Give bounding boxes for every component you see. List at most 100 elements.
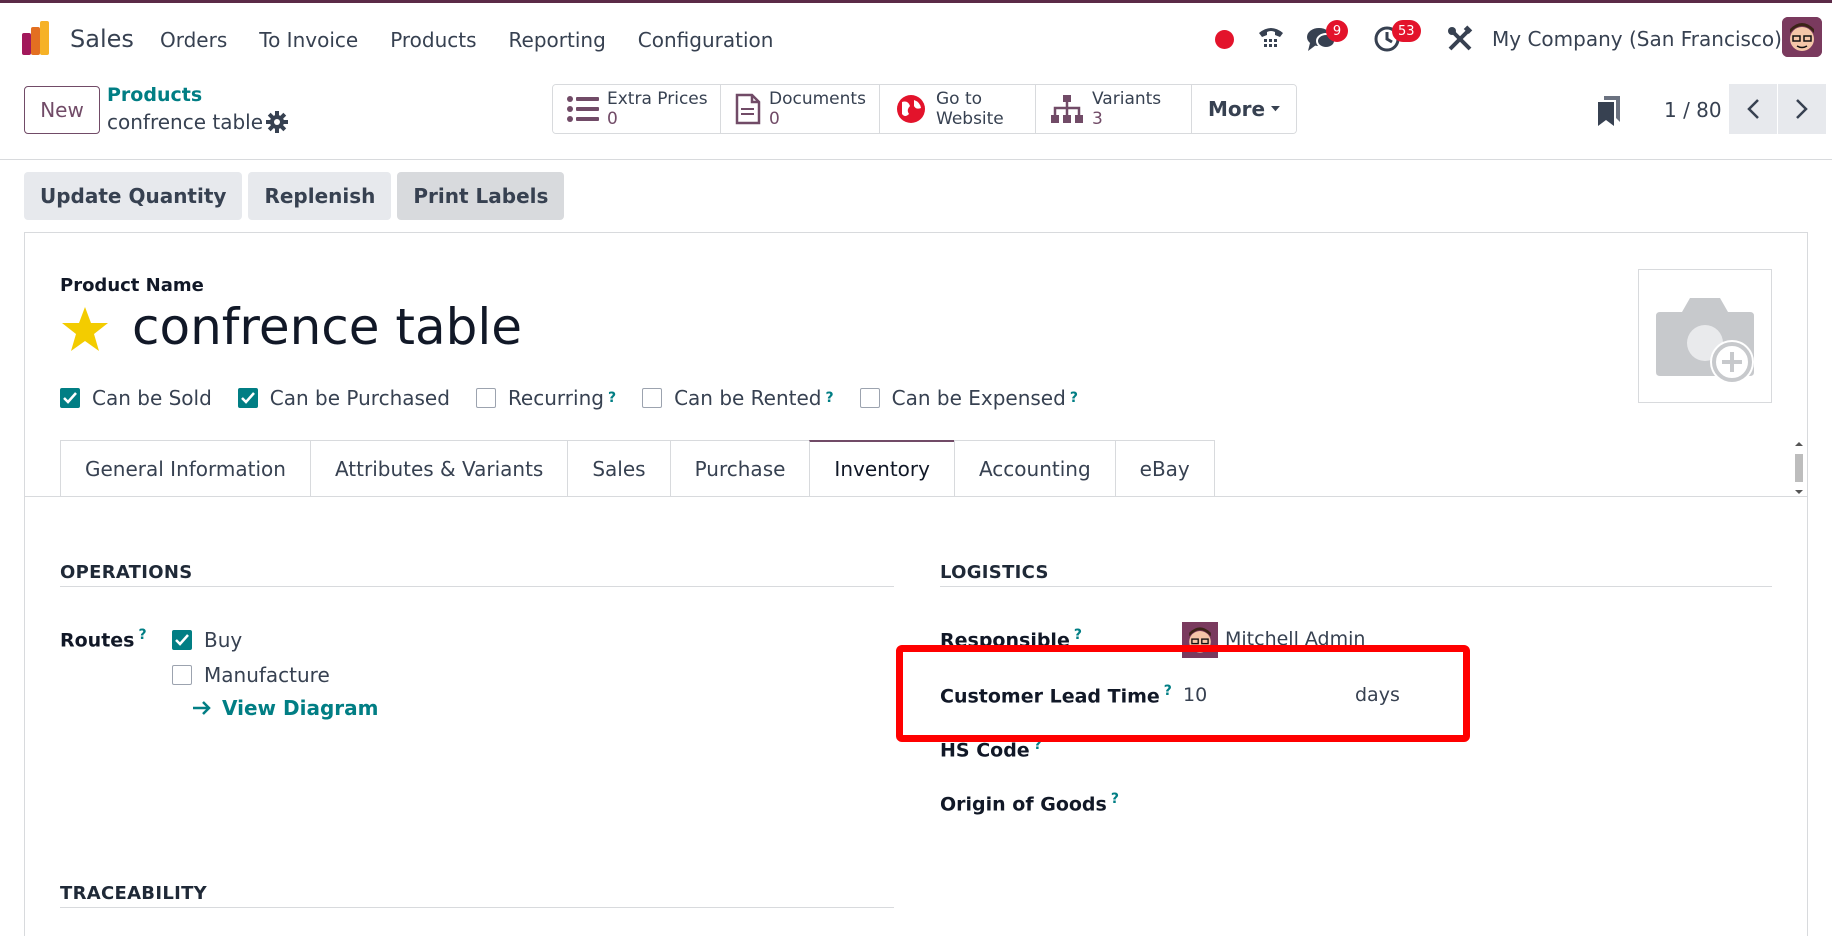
checkbox-label: Recurring bbox=[507, 386, 604, 410]
checkbox-box[interactable] bbox=[60, 388, 80, 408]
can-be-purchased-checkbox[interactable]: Can be Purchased bbox=[237, 386, 450, 410]
check-icon bbox=[175, 634, 189, 646]
hs-code-label-text: HS Code bbox=[940, 739, 1030, 762]
tab-purchase[interactable]: Purchase bbox=[669, 440, 811, 496]
menu-item-orders[interactable]: Orders bbox=[160, 28, 227, 52]
help-tooltip-icon[interactable]: ? bbox=[608, 390, 616, 406]
tabs-scrollbar[interactable] bbox=[1792, 440, 1806, 496]
smart-buttons: Extra Prices 0 Documents 0 Go to Website bbox=[552, 84, 1297, 134]
go-to-website-button[interactable]: Go to Website bbox=[880, 85, 1036, 133]
print-labels-button[interactable]: Print Labels bbox=[397, 172, 565, 220]
help-tooltip-icon[interactable]: ? bbox=[826, 390, 834, 406]
pager-previous-button[interactable] bbox=[1729, 84, 1777, 134]
checkbox-label: Can be Sold bbox=[92, 386, 212, 410]
help-tooltip-icon[interactable]: ? bbox=[1111, 791, 1119, 807]
can-be-expensed-checkbox[interactable]: Can be Expensed? bbox=[859, 386, 1078, 410]
documents-button[interactable]: Documents 0 bbox=[721, 85, 880, 133]
chevron-right-icon bbox=[1796, 99, 1808, 119]
checkbox-box[interactable] bbox=[172, 630, 192, 650]
company-switcher[interactable]: My Company (San Francisco) bbox=[1492, 27, 1782, 51]
new-button[interactable]: New bbox=[24, 86, 100, 134]
view-diagram-link[interactable]: View Diagram bbox=[192, 696, 378, 720]
route-manufacture-checkbox[interactable]: Manufacture bbox=[172, 663, 330, 687]
messages-badge: 9 bbox=[1326, 20, 1348, 42]
help-tooltip-icon[interactable]: ? bbox=[1074, 627, 1082, 643]
route-buy-checkbox[interactable]: Buy bbox=[172, 628, 268, 652]
globe-icon bbox=[894, 94, 928, 124]
view-diagram-label: View Diagram bbox=[222, 696, 379, 720]
smart-value: 3 bbox=[1092, 109, 1103, 129]
checkbox-box[interactable] bbox=[859, 388, 880, 408]
checkbox-box[interactable] bbox=[172, 665, 192, 685]
can-be-rented-checkbox[interactable]: Can be Rented? bbox=[642, 386, 834, 410]
tools-icon[interactable] bbox=[1446, 25, 1474, 53]
help-tooltip-icon[interactable]: ? bbox=[1070, 390, 1078, 406]
tab-ebay[interactable]: eBay bbox=[1114, 440, 1215, 496]
checkbox-label: Can be Purchased bbox=[269, 386, 450, 410]
replenish-button[interactable]: Replenish bbox=[248, 172, 392, 220]
sitemap-icon bbox=[1050, 94, 1084, 124]
product-name-input[interactable]: confrence table bbox=[132, 298, 522, 356]
smart-label: Extra Prices bbox=[607, 89, 708, 109]
help-tooltip-icon[interactable]: ? bbox=[139, 627, 147, 643]
extra-prices-button[interactable]: Extra Prices 0 bbox=[553, 85, 721, 133]
phone-icon[interactable] bbox=[1256, 23, 1286, 53]
tab-attributes-variants[interactable]: Attributes & Variants bbox=[309, 440, 569, 496]
checkbox-box[interactable] bbox=[475, 388, 496, 408]
traceability-section-title: TRACEABILITY bbox=[60, 883, 208, 904]
smart-value: Website bbox=[936, 109, 1004, 129]
check-icon bbox=[240, 392, 255, 404]
menu-item-reporting[interactable]: Reporting bbox=[509, 28, 606, 52]
control-panel: New Products confrence table Extra Price… bbox=[0, 72, 1832, 160]
update-quantity-button[interactable]: Update Quantity bbox=[24, 172, 243, 220]
camera-plus-icon bbox=[1656, 298, 1754, 384]
section-divider bbox=[60, 586, 894, 587]
variants-button[interactable]: Variants 3 bbox=[1036, 85, 1192, 133]
menu-item-to-invoice[interactable]: To Invoice bbox=[259, 28, 358, 52]
smart-label: Variants bbox=[1092, 89, 1162, 109]
arrow-right-icon bbox=[193, 701, 211, 715]
sales-app-logo-icon[interactable] bbox=[22, 21, 56, 55]
tab-general-information[interactable]: General Information bbox=[60, 440, 311, 496]
smart-label: Documents bbox=[769, 89, 866, 109]
bookmark-icon[interactable] bbox=[1598, 96, 1620, 126]
pager-next-button[interactable] bbox=[1778, 84, 1826, 134]
checkbox-box[interactable] bbox=[642, 388, 663, 408]
document-icon bbox=[735, 93, 761, 125]
product-options: Can be Sold Can be Purchased Recurring? … bbox=[60, 386, 1104, 410]
route-label: Manufacture bbox=[204, 663, 330, 687]
product-image-upload[interactable] bbox=[1638, 269, 1772, 403]
route-label: Buy bbox=[204, 628, 243, 652]
breadcrumb-current: confrence table bbox=[107, 110, 264, 134]
smart-label: Go to bbox=[936, 89, 983, 109]
chevron-left-icon bbox=[1747, 99, 1759, 119]
form-header-buttons: Update Quantity Replenish Print Labels bbox=[24, 172, 565, 220]
origin-of-goods-label-text: Origin of Goods bbox=[940, 793, 1107, 816]
app-name[interactable]: Sales bbox=[70, 25, 134, 53]
section-divider bbox=[940, 586, 1772, 587]
more-label: More bbox=[1208, 97, 1266, 121]
top-menu: Orders To Invoice Products Reporting Con… bbox=[160, 28, 805, 52]
caret-down-icon bbox=[1271, 106, 1280, 112]
tab-accounting[interactable]: Accounting bbox=[953, 440, 1116, 496]
checkbox-box[interactable] bbox=[237, 388, 258, 408]
pager-value[interactable]: 1 / 80 bbox=[1664, 98, 1722, 122]
recurring-checkbox[interactable]: Recurring? bbox=[475, 386, 616, 410]
logistics-section-title: LOGISTICS bbox=[940, 562, 1049, 583]
menu-item-products[interactable]: Products bbox=[390, 28, 476, 52]
recording-indicator-icon[interactable] bbox=[1215, 30, 1234, 49]
smart-value: 0 bbox=[769, 109, 780, 129]
list-icon bbox=[567, 94, 599, 124]
favorite-star-icon[interactable] bbox=[60, 305, 110, 355]
tab-sales[interactable]: Sales bbox=[567, 440, 671, 496]
tab-divider bbox=[25, 496, 1807, 497]
tab-inventory[interactable]: Inventory bbox=[809, 440, 955, 496]
menu-item-configuration[interactable]: Configuration bbox=[638, 28, 774, 52]
main-navbar: Sales Orders To Invoice Products Reporti… bbox=[0, 3, 1832, 72]
user-avatar[interactable] bbox=[1782, 17, 1822, 57]
more-button[interactable]: More bbox=[1192, 85, 1296, 133]
can-be-sold-checkbox[interactable]: Can be Sold bbox=[60, 386, 212, 410]
gear-icon[interactable] bbox=[265, 110, 289, 134]
breadcrumb-products[interactable]: Products bbox=[107, 84, 202, 106]
routes-label-text: Routes bbox=[60, 629, 135, 652]
